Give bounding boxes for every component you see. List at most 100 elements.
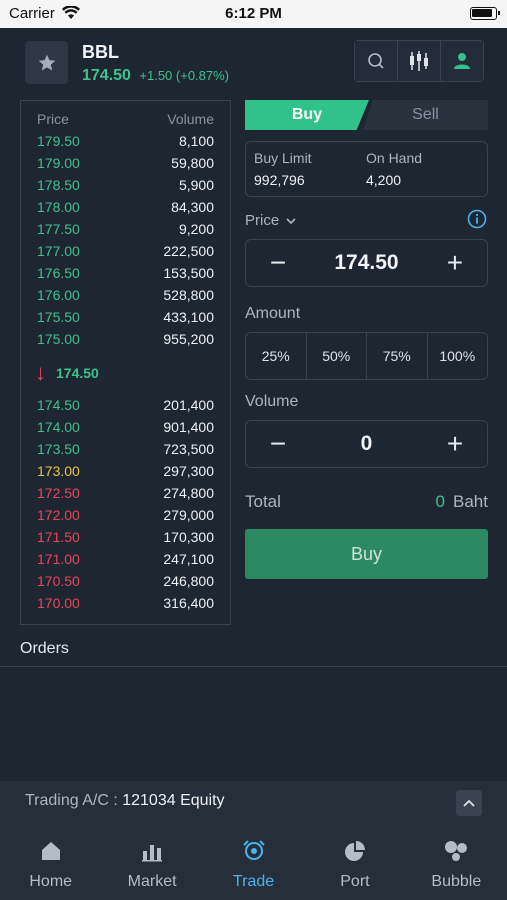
- bid-volume: 247,100: [163, 551, 214, 567]
- account-value: 121034 Equity: [122, 792, 225, 809]
- bid-row[interactable]: 171.50 170,300: [37, 529, 214, 551]
- bid-volume: 170,300: [163, 529, 214, 545]
- ask-row[interactable]: 176.00 528,800: [37, 287, 214, 309]
- stock-symbol: BBL: [82, 42, 119, 62]
- price-increment-button[interactable]: +: [443, 249, 467, 277]
- favorite-button[interactable]: [25, 41, 68, 84]
- bid-row[interactable]: 173.00 297,300: [37, 463, 214, 485]
- buy-limit-label: Buy Limit: [254, 150, 312, 166]
- account-bar: Trading A/C : 121034 Equity: [0, 781, 507, 823]
- volume-input[interactable]: 0: [361, 432, 373, 456]
- bid-row[interactable]: 170.50 246,800: [37, 573, 214, 595]
- ask-price: 179.50: [37, 133, 80, 149]
- info-icon[interactable]: [467, 209, 487, 234]
- ask-row[interactable]: 175.50 433,100: [37, 309, 214, 331]
- ask-price: 178.00: [37, 199, 80, 215]
- buy-button[interactable]: Buy: [245, 529, 488, 579]
- volume-stepper: − 0 +: [245, 420, 488, 468]
- bottom-tab-bar: Home Market Trade Port Bubble: [0, 823, 507, 900]
- ask-row[interactable]: 178.50 5,900: [37, 177, 214, 199]
- total-amount: 0 Baht: [436, 492, 488, 512]
- search-icon: [368, 53, 384, 69]
- price-input[interactable]: 174.50: [334, 251, 398, 275]
- ask-volume: 955,200: [163, 331, 214, 347]
- bid-row[interactable]: 172.50 274,800: [37, 485, 214, 507]
- ask-volume: 528,800: [163, 287, 214, 303]
- bar-chart-icon: [142, 845, 163, 862]
- total-label: Total: [245, 492, 281, 511]
- bid-volume: 901,400: [163, 419, 214, 435]
- ask-volume: 59,800: [171, 155, 214, 171]
- amount-50-button[interactable]: 50%: [307, 333, 367, 379]
- tab-buy[interactable]: Buy: [245, 100, 369, 130]
- bid-price: 170.50: [37, 573, 80, 589]
- tab-market[interactable]: Market: [101, 823, 202, 900]
- bid-row[interactable]: 174.50 201,400: [37, 397, 214, 419]
- tab-bubble[interactable]: Bubble: [406, 823, 507, 900]
- price-decrement-button[interactable]: −: [266, 249, 290, 277]
- clock: 6:12 PM: [225, 5, 282, 22]
- amount-label: Amount: [245, 305, 301, 322]
- total-value: 0: [435, 492, 446, 511]
- ask-price: 175.50: [37, 309, 80, 325]
- account-button[interactable]: [441, 41, 483, 81]
- battery-icon: [470, 7, 500, 20]
- chevron-up-icon: [463, 799, 475, 807]
- bid-row[interactable]: 171.00 247,100: [37, 551, 214, 573]
- amount-100-button[interactable]: 100%: [428, 333, 488, 379]
- ask-volume: 84,300: [171, 199, 214, 215]
- bid-volume: 246,800: [163, 573, 214, 589]
- bid-price: 172.00: [37, 507, 80, 523]
- account-info[interactable]: Trading A/C : 121034 Equity: [25, 792, 225, 810]
- tab-market-label: Market: [127, 873, 177, 890]
- tab-sell[interactable]: Sell: [363, 100, 488, 130]
- chevron-down-icon: [286, 218, 296, 225]
- down-arrow-icon: ↓: [35, 360, 46, 385]
- tab-trade[interactable]: Trade: [203, 823, 304, 900]
- tab-home[interactable]: Home: [0, 823, 101, 900]
- search-button[interactable]: [355, 41, 398, 81]
- bid-price: 171.00: [37, 551, 80, 567]
- ask-row[interactable]: 177.00 222,500: [37, 243, 214, 265]
- bid-volume: 274,800: [163, 485, 214, 501]
- amount-25-button[interactable]: 25%: [246, 333, 307, 379]
- ask-row[interactable]: 175.00 955,200: [37, 331, 214, 353]
- bid-row[interactable]: 174.00 901,400: [37, 419, 214, 441]
- expand-button[interactable]: [456, 790, 482, 816]
- buy-limit-value: 992,796: [254, 172, 305, 188]
- bubble-icon: [445, 841, 468, 861]
- bid-volume: 316,400: [163, 595, 214, 611]
- account-label: Trading A/C :: [25, 792, 118, 809]
- volume-increment-button[interactable]: +: [443, 430, 467, 458]
- tab-home-label: Home: [29, 873, 73, 890]
- bid-volume: 279,000: [163, 507, 214, 523]
- ask-price: 179.00: [37, 155, 80, 171]
- ask-row[interactable]: 176.50 153,500: [37, 265, 214, 287]
- volume-decrement-button[interactable]: −: [266, 430, 290, 458]
- bid-row[interactable]: 173.50 723,500: [37, 441, 214, 463]
- bid-volume: 201,400: [163, 397, 214, 413]
- amount-75-button[interactable]: 75%: [367, 333, 428, 379]
- stock-header: BBL 174.50 +1.50 (+0.87%): [0, 28, 507, 98]
- ask-price: 178.50: [37, 177, 80, 193]
- last-price: 174.50: [82, 67, 131, 84]
- bid-row[interactable]: 172.00 279,000: [37, 507, 214, 529]
- ask-row[interactable]: 177.50 9,200: [37, 221, 214, 243]
- tab-port[interactable]: Port: [304, 823, 405, 900]
- order-book-header: Price Volume: [37, 111, 214, 127]
- ask-row[interactable]: 179.00 59,800: [37, 155, 214, 177]
- ask-row[interactable]: 178.00 84,300: [37, 199, 214, 221]
- ask-row[interactable]: 179.50 8,100: [37, 133, 214, 155]
- candlestick-icon: [410, 51, 428, 71]
- bid-price: 173.00: [37, 463, 80, 479]
- volume-column-header: Volume: [167, 111, 214, 127]
- bid-price: 173.50: [37, 441, 80, 457]
- chart-button[interactable]: [398, 41, 441, 81]
- ask-volume: 9,200: [178, 221, 214, 237]
- status-bar: Carrier 6:12 PM: [0, 0, 507, 28]
- bid-price: 174.00: [37, 419, 80, 435]
- price-column-header: Price: [37, 111, 69, 127]
- price-type-dropdown[interactable]: Price: [245, 212, 296, 229]
- pie-chart-icon: [344, 841, 365, 861]
- bid-row[interactable]: 170.00 316,400: [37, 595, 214, 617]
